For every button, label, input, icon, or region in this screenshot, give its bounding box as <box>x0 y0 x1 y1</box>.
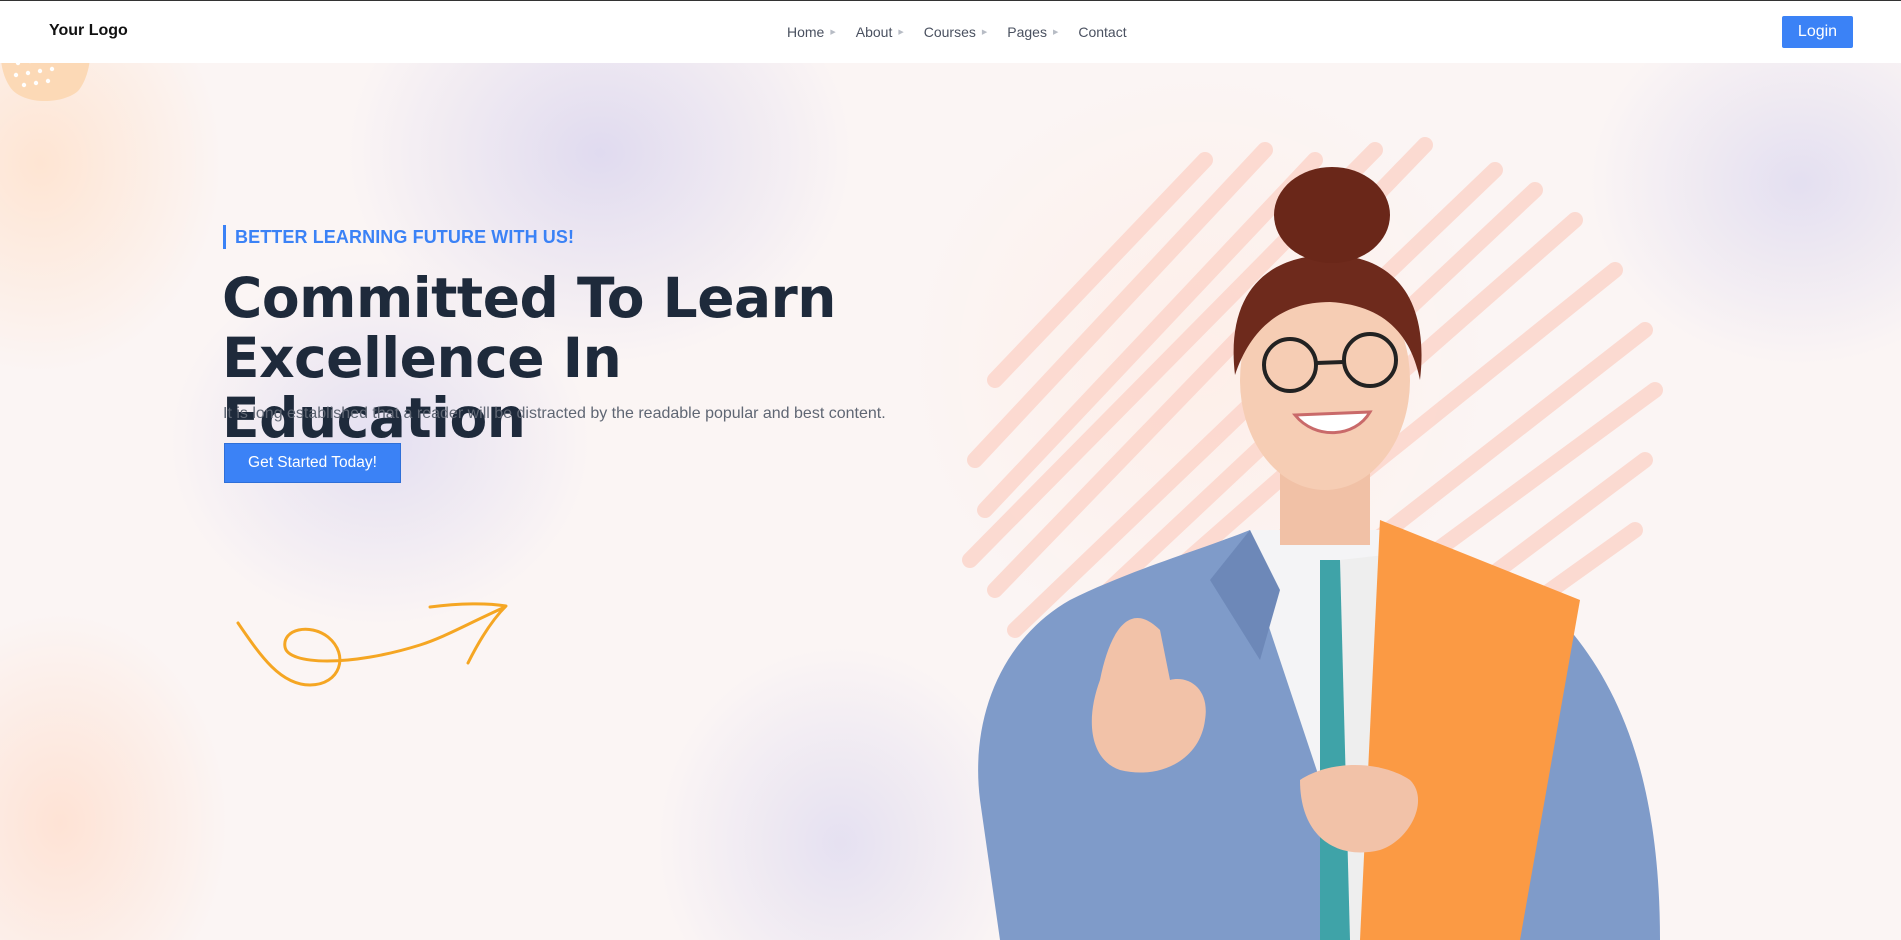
nav-item-label: Contact <box>1078 24 1127 40</box>
hero-tagline: BETTER LEARNING FUTURE WITH US! <box>223 225 574 249</box>
caret-right-icon: ▶ <box>830 29 836 36</box>
curly-arrow-icon <box>236 602 508 687</box>
login-button[interactable]: Login <box>1782 16 1853 48</box>
nav-item-label: Pages <box>1007 24 1047 40</box>
hero-subtitle: It is long established that a reader wil… <box>223 405 886 422</box>
caret-right-icon: ▶ <box>981 29 988 36</box>
nav-item-label: Home <box>787 24 825 40</box>
nav-item-about[interactable]: About ▶ <box>856 24 904 40</box>
nav-item-contact[interactable]: Contact <box>1078 24 1126 40</box>
nav-item-label: Courses <box>923 24 976 40</box>
nav-item-pages[interactable]: Pages ▶ <box>1007 24 1058 40</box>
nav-item-home[interactable]: Home ▶ <box>787 24 836 40</box>
hero-title-line-2: Excellence In Education <box>222 326 622 450</box>
caret-right-icon: ▶ <box>1052 29 1059 36</box>
main-nav: Home ▶ About ▶ Courses ▶ Pages ▶ Contact <box>787 22 1147 42</box>
student-photo <box>978 167 1660 940</box>
site-logo[interactable]: Your Logo <box>49 22 128 40</box>
nav-item-courses[interactable]: Courses ▶ <box>924 24 988 40</box>
get-started-button[interactable]: Get Started Today! <box>224 443 401 483</box>
caret-right-icon: ▶ <box>898 29 904 36</box>
nav-item-label: About <box>855 24 893 40</box>
hero-title-line-1: Committed To Learn <box>222 266 836 330</box>
